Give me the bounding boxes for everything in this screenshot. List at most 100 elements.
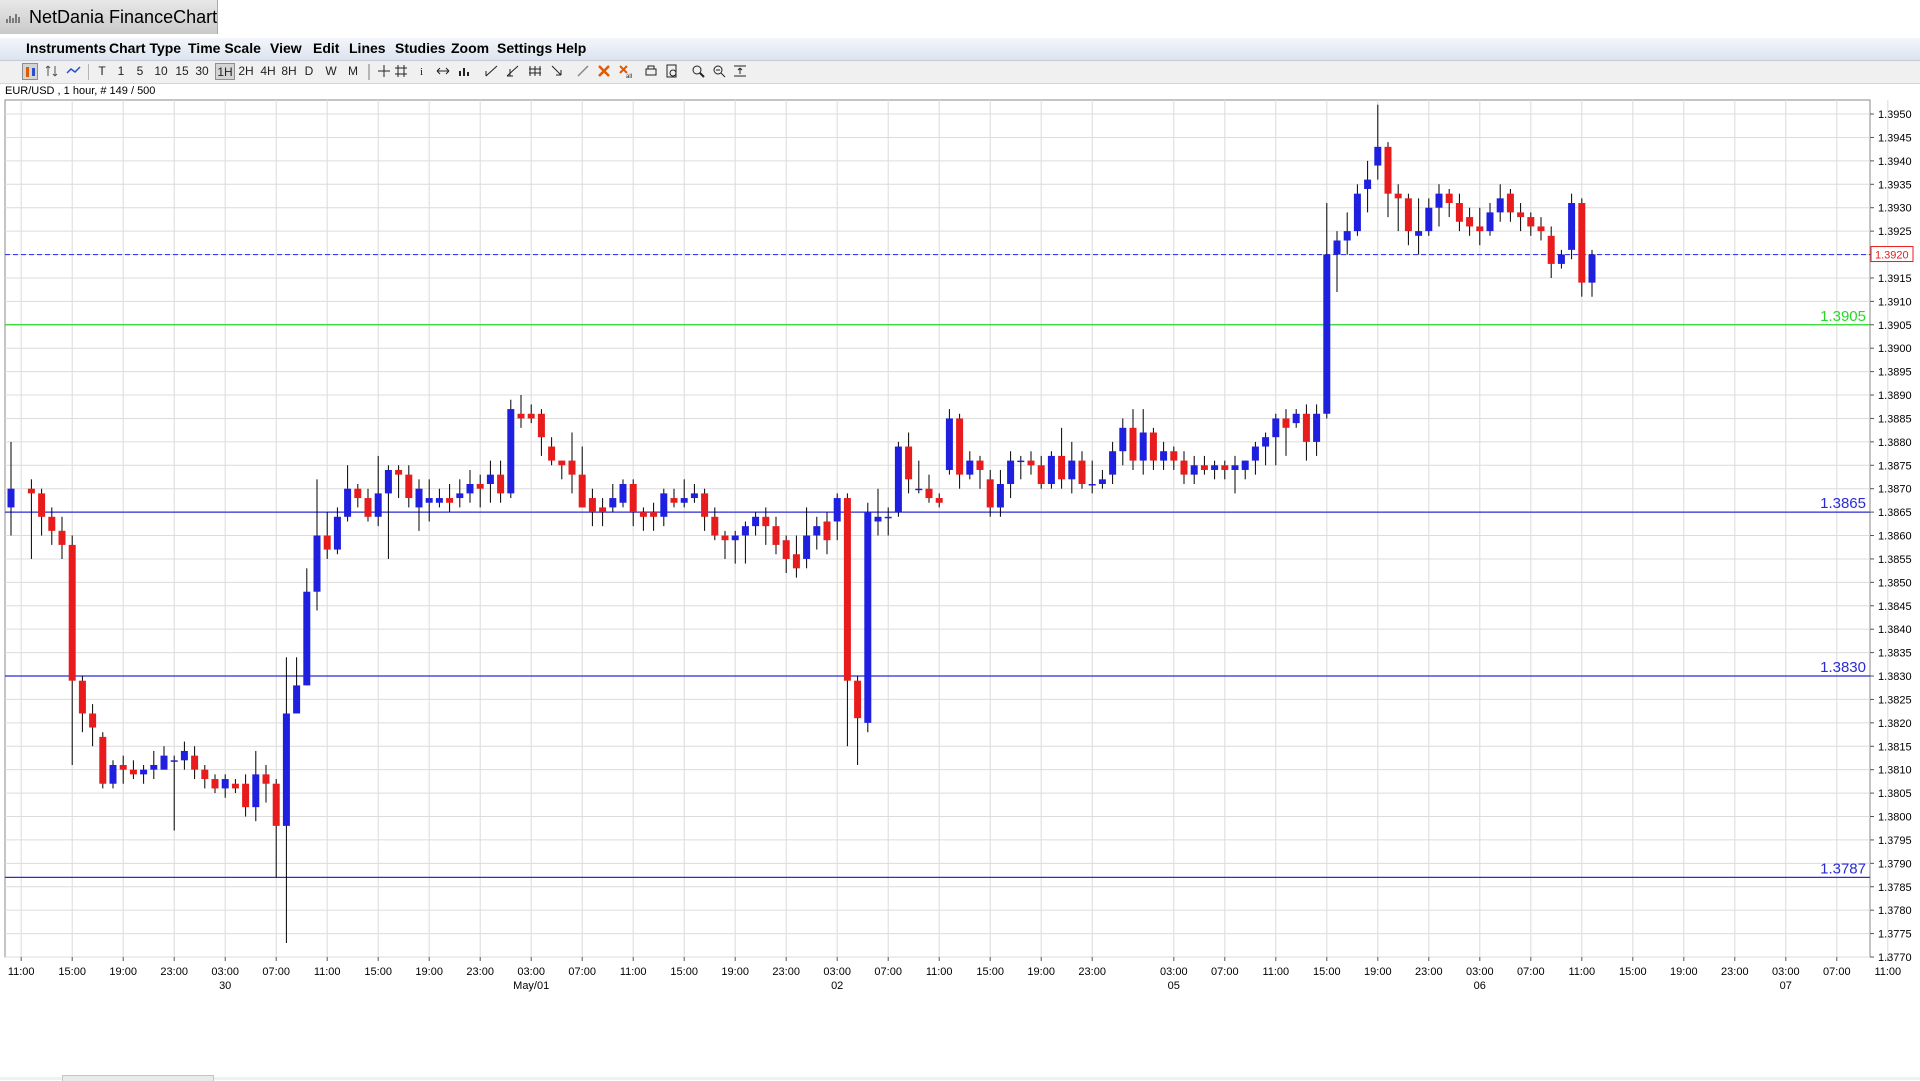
x-tick-label: 07:00 <box>874 966 902 978</box>
chart-type-icon[interactable] <box>22 63 38 80</box>
candle-up <box>1333 240 1341 255</box>
pen-icon[interactable] <box>575 63 591 80</box>
menu-edit[interactable]: Edit <box>313 40 339 56</box>
menu-help[interactable]: Help <box>556 40 586 56</box>
y-tick-label: 1.3770 <box>1878 952 1912 964</box>
candle-down <box>1476 226 1484 232</box>
channel-icon[interactable] <box>527 63 543 80</box>
candle-up <box>425 498 433 503</box>
interval-30[interactable]: 30 <box>193 63 211 80</box>
candle-up <box>945 418 953 470</box>
candle-down <box>956 418 964 475</box>
menu-view[interactable]: View <box>270 40 302 56</box>
candle-up <box>415 488 423 508</box>
volume-icon[interactable] <box>456 63 472 80</box>
candle-up <box>303 591 311 686</box>
y-tick-label: 1.3895 <box>1878 367 1912 379</box>
interval-8h[interactable]: 8H <box>279 63 299 80</box>
compare-icon[interactable] <box>44 63 60 80</box>
candle-down <box>242 783 250 808</box>
current-price-label: 1.3920 <box>1875 250 1909 262</box>
print-icon[interactable] <box>643 63 659 80</box>
candle-down <box>27 488 35 494</box>
interval-15[interactable]: 15 <box>173 63 191 80</box>
candle-down <box>1384 146 1392 194</box>
y-tick-label: 1.3860 <box>1878 531 1912 543</box>
interval-2h[interactable]: 2H <box>236 63 256 80</box>
candle-up <box>109 764 117 784</box>
interval-m[interactable]: M <box>345 63 361 80</box>
candle-up <box>374 493 382 517</box>
x-tick-label: 03:00 <box>823 966 851 978</box>
menu-zoom[interactable]: Zoom <box>451 40 489 56</box>
y-tick-label: 1.3950 <box>1878 109 1912 121</box>
menu-time-scale[interactable]: Time Scale <box>188 40 261 56</box>
candle-up <box>803 535 811 559</box>
candle-down <box>1537 226 1545 232</box>
scroll-icon[interactable] <box>435 63 451 80</box>
x-tick-label: 11:00 <box>314 966 341 978</box>
x-tick-label: 07:00 <box>262 966 290 978</box>
candle-up <box>741 526 749 536</box>
candle-up <box>1119 427 1127 452</box>
x-tick-label: 11:00 <box>1262 966 1289 978</box>
candle-down <box>925 488 933 499</box>
candle-down <box>1027 460 1035 466</box>
candle-down <box>1170 451 1178 461</box>
y-tick-label: 1.3775 <box>1878 929 1912 941</box>
candle-up <box>293 685 301 714</box>
interval-t[interactable]: T <box>96 63 108 80</box>
menu-instruments[interactable]: Instruments <box>26 40 106 56</box>
fibonacci-icon[interactable] <box>505 63 521 80</box>
bottom-tab[interactable] <box>62 1075 214 1081</box>
print-preview-icon[interactable] <box>664 63 680 80</box>
menu-studies[interactable]: Studies <box>395 40 446 56</box>
info-icon[interactable]: i <box>414 63 430 80</box>
arrow-icon[interactable] <box>549 63 565 80</box>
candle-up <box>1190 465 1198 475</box>
x-tick-label: 15:00 <box>1619 966 1647 978</box>
y-tick-label: 1.3900 <box>1878 343 1912 355</box>
zoom-out-icon[interactable] <box>711 63 727 80</box>
candle-down <box>772 526 780 545</box>
delete-all-icon[interactable]: all <box>617 63 633 80</box>
fit-icon[interactable] <box>732 63 748 80</box>
candle-up <box>1343 231 1351 241</box>
interval-10[interactable]: 10 <box>152 63 170 80</box>
menu-lines[interactable]: Lines <box>349 40 386 56</box>
candle-down <box>364 498 372 517</box>
interval-1[interactable]: 1 <box>115 63 127 80</box>
interval-5[interactable]: 5 <box>134 63 146 80</box>
plot-area <box>4 99 1871 958</box>
menu-chart-type[interactable]: Chart Type <box>109 40 181 56</box>
zoom-in-icon[interactable] <box>690 63 706 80</box>
crosshair-icon[interactable] <box>376 63 392 80</box>
menu-settings[interactable]: Settings <box>497 40 552 56</box>
candle-down <box>578 474 586 508</box>
candle-up <box>1068 460 1076 480</box>
candle-up <box>1568 203 1576 250</box>
y-tick-label: 1.3875 <box>1878 460 1912 472</box>
candle-down <box>701 493 709 517</box>
candle-down <box>476 484 484 489</box>
y-tick-label: 1.3835 <box>1878 648 1912 660</box>
interval-w[interactable]: W <box>323 63 339 80</box>
interval-4h[interactable]: 4H <box>258 63 278 80</box>
line-chart-icon[interactable] <box>66 63 82 80</box>
trendline-icon[interactable] <box>484 63 500 80</box>
candle-down <box>262 774 270 784</box>
candlestick-chart[interactable]: 1.3770 1.3775 1.3780 1.3785 1.3790 1.3795 1.38… <box>0 95 1920 1000</box>
grid-icon[interactable] <box>393 63 409 80</box>
candle-up <box>619 484 627 503</box>
delete-icon[interactable] <box>596 63 612 80</box>
y-tick-label: 1.3855 <box>1878 554 1912 566</box>
candle-up <box>1109 451 1117 475</box>
candle-down <box>1506 193 1514 213</box>
x-tick-label: 11:00 <box>8 966 35 978</box>
reference-line-label: 1.3830 <box>1820 659 1866 676</box>
interval-1h[interactable]: 1H <box>215 63 235 80</box>
interval-d[interactable]: D <box>302 63 316 80</box>
candle-up <box>1323 254 1331 414</box>
candle-up <box>609 498 617 508</box>
y-tick-label: 1.3915 <box>1878 273 1912 285</box>
